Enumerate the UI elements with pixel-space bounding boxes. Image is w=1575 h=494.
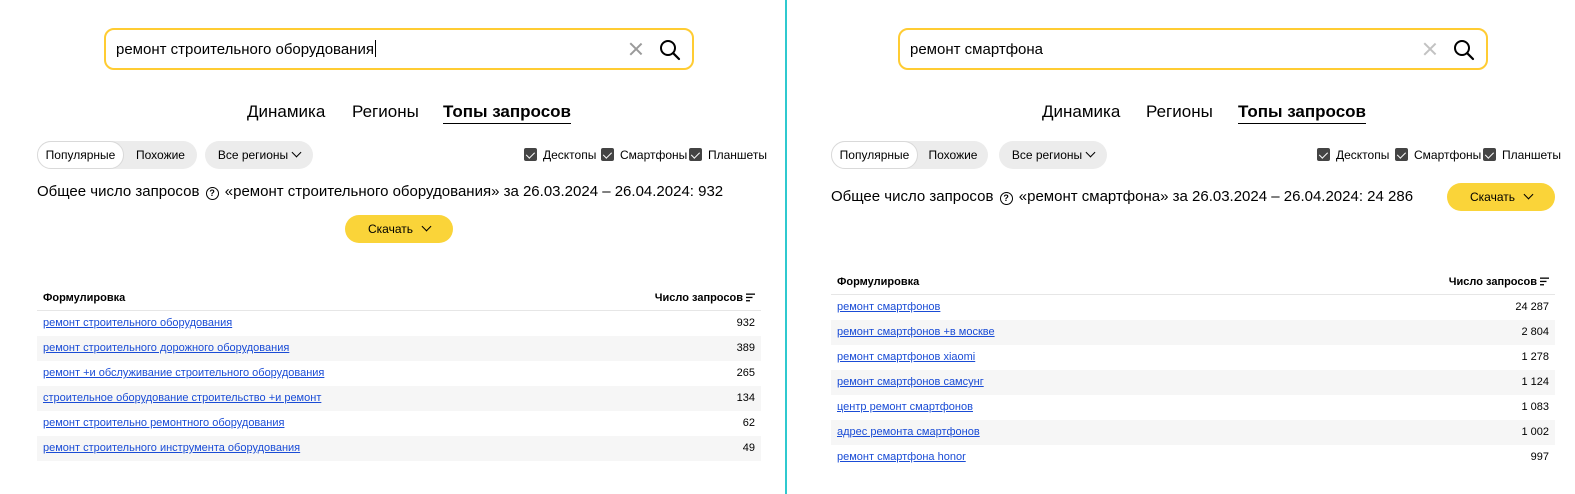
table-row: ремонт строительного оборудования 932 [37,311,761,336]
report-tabs: Динамика Регионы Топы запросов [0,102,785,128]
table-row: ремонт смартфонов xiaomi 1 278 [831,345,1555,370]
query-count: 932 [736,317,755,329]
query-link[interactable]: ремонт смартфонов [837,301,940,313]
checkbox-checked-icon [1317,148,1330,161]
right-pane: ремонт смартфона Динамика Регионы Топы з… [789,0,1575,494]
total-requests: Общее число запросов ? «ремонт строитель… [37,183,724,200]
report-tabs: Динамика Регионы Топы запросов [789,102,1575,128]
table-row: ремонт строительного дорожного оборудова… [37,336,761,361]
query-count: 2 804 [1521,326,1549,338]
query-count: 49 [742,442,755,454]
query-count: 1 124 [1521,376,1549,388]
help-icon[interactable]: ? [205,187,219,200]
total-requests: Общее число запросов ? «ремонт смартфона… [831,188,1414,205]
query-link[interactable]: ремонт строительного дорожного оборудова… [43,342,289,354]
checkbox-checked-icon [601,148,614,161]
chevron-down-icon [1523,189,1534,200]
checkbox-checked-icon [524,148,537,161]
table-row: ремонт +и обслуживание строительного обо… [37,361,761,386]
phrase-column-header: Формулировка [43,292,126,304]
search-icon[interactable] [659,39,681,61]
pane-divider [785,0,787,494]
table-row: ремонт смартфона honor 997 [831,445,1555,470]
left-pane: ремонт строительного оборудования Динами… [0,0,785,494]
query-link[interactable]: ремонт строительно ремонтного оборудован… [43,417,284,429]
clear-icon[interactable] [628,41,644,57]
sort-icon[interactable] [1540,277,1549,286]
table-row: ремонт строительно ремонтного оборудован… [37,411,761,436]
query-count: 134 [736,392,755,404]
tab-regions[interactable]: Регионы [1146,102,1213,122]
tab-dynamics[interactable]: Динамика [1042,102,1120,122]
count-column-header[interactable]: Число запросов [1449,276,1549,288]
query-count: 24 287 [1515,301,1549,313]
search-input[interactable]: ремонт строительного оборудования [116,40,376,60]
table-row: ремонт смартфонов 24 287 [831,295,1555,320]
query-count: 997 [1530,451,1549,463]
device-filters: Десктопы Смартфоны Планшеты [0,148,785,164]
query-link[interactable]: ремонт смартфона honor [837,451,966,463]
download-button[interactable]: Скачать [1447,183,1555,211]
queries-table: Формулировка Число запросов ремонт смарт… [831,270,1555,470]
query-link[interactable]: ремонт смартфонов самсунг [837,376,984,388]
sort-icon[interactable] [746,293,755,302]
query-link[interactable]: строительное оборудование строительство … [43,392,321,404]
query-link[interactable]: адрес ремонта смартфонов [837,426,980,438]
chevron-down-icon [421,221,432,232]
query-count: 389 [736,342,755,354]
checkbox-checked-icon [689,148,702,161]
query-count: 1 278 [1521,351,1549,363]
table-header: Формулировка Число запросов [831,270,1555,295]
query-count: 1 002 [1521,426,1549,438]
help-icon[interactable]: ? [999,192,1013,205]
query-link[interactable]: ремонт строительного оборудования [43,317,232,329]
table-row: ремонт смартфонов самсунг 1 124 [831,370,1555,395]
table-header: Формулировка Число запросов [37,286,761,311]
checkbox-checked-icon [1395,148,1408,161]
search-bar[interactable]: ремонт смартфона [898,28,1488,70]
search-bar[interactable]: ремонт строительного оборудования [104,28,694,70]
query-count: 265 [736,367,755,379]
table-row: строительное оборудование строительство … [37,386,761,411]
table-row: центр ремонт смартфонов 1 083 [831,395,1555,420]
query-count: 62 [742,417,755,429]
query-link[interactable]: ремонт смартфонов xiaomi [837,351,975,363]
text-caret [374,40,376,57]
search-icon[interactable] [1453,39,1475,61]
table-row: ремонт строительного инструмента оборудо… [37,436,761,461]
phrase-column-header: Формулировка [837,276,920,288]
tab-dynamics[interactable]: Динамика [247,102,325,122]
download-button[interactable]: Скачать [345,215,453,243]
queries-table: Формулировка Число запросов ремонт строи… [37,286,761,461]
count-column-header[interactable]: Число запросов [655,292,755,304]
query-link[interactable]: ремонт строительного инструмента оборудо… [43,442,300,454]
tab-regions[interactable]: Регионы [352,102,419,122]
checkbox-checked-icon [1483,148,1496,161]
clear-icon[interactable] [1422,41,1438,57]
device-filters: Десктопы Смартфоны Планшеты [789,148,1575,164]
query-link[interactable]: центр ремонт смартфонов [837,401,973,413]
tab-top-queries[interactable]: Топы запросов [1238,102,1366,124]
query-count: 1 083 [1521,401,1549,413]
query-link[interactable]: ремонт +и обслуживание строительного обо… [43,367,324,379]
table-row: ремонт смартфонов +в москве 2 804 [831,320,1555,345]
search-input[interactable]: ремонт смартфона [910,40,1043,60]
table-row: адрес ремонта смартфонов 1 002 [831,420,1555,445]
query-link[interactable]: ремонт смартфонов +в москве [837,326,995,338]
tab-top-queries[interactable]: Топы запросов [443,102,571,124]
